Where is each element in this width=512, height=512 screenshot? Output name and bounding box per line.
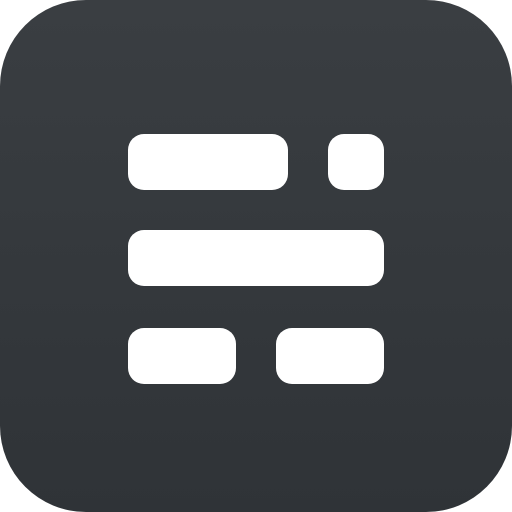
form-layout-icon: [0, 0, 512, 512]
icon-bar-row3-right: [276, 328, 384, 384]
icon-bar-row1-long: [128, 134, 288, 190]
icon-bar-row3-left: [128, 328, 236, 384]
icon-bar-row1-short: [328, 134, 384, 190]
icon-bar-row2-full: [128, 230, 384, 286]
app-icon[interactable]: [0, 0, 512, 512]
